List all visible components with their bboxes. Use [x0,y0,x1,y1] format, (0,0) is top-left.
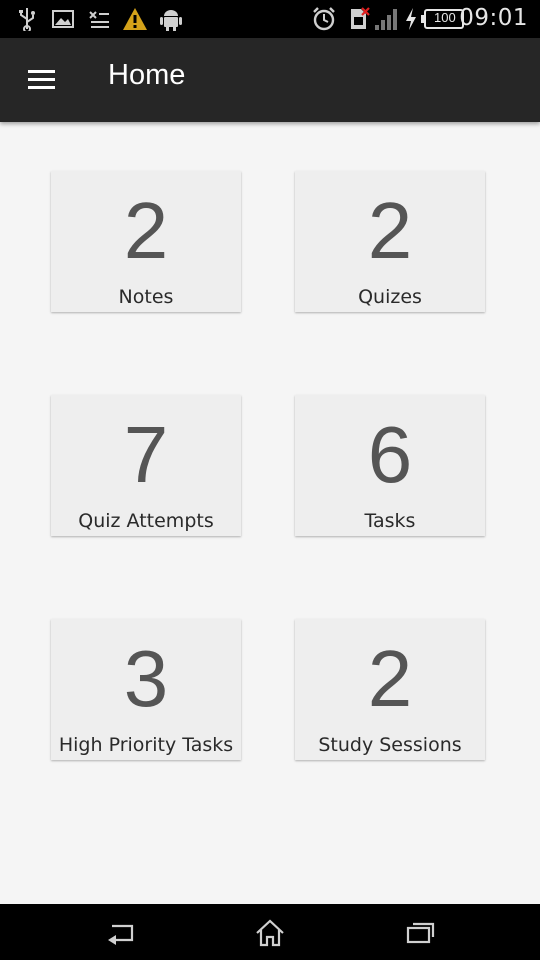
card-count: 7 [123,410,169,499]
status-bar: 100 09:01 [0,0,540,38]
card-high-priority-tasks[interactable]: 3 High Priority Tasks [51,619,241,760]
card-label: Quiz Attempts [78,510,214,532]
card-notes[interactable]: 2 Notes [51,171,241,312]
hamburger-menu-icon[interactable] [20,60,64,100]
card-count: 2 [367,634,413,723]
charging-icon [403,7,419,31]
image-icon [51,7,75,31]
card-count: 2 [367,186,413,275]
card-count: 2 [123,186,169,275]
usb-icon [16,7,38,31]
no-sim-icon [348,7,370,31]
card-label: Quizes [358,286,422,308]
battery-level: 100 [434,10,456,25]
card-count: 3 [123,634,169,723]
recent-apps-icon[interactable] [390,916,450,950]
card-count: 6 [367,410,413,499]
home-icon[interactable] [240,916,300,950]
android-icon [159,7,183,31]
card-study-sessions[interactable]: 2 Study Sessions [295,619,485,760]
page-title: Home [108,59,186,91]
sim-disabled-icon [87,7,111,31]
clock: 09:01 [459,5,528,31]
card-label: Notes [118,286,174,308]
warning-icon [122,7,148,31]
card-tasks[interactable]: 6 Tasks [295,395,485,536]
app-toolbar: Home [0,38,540,122]
card-label: High Priority Tasks [58,734,234,756]
card-label: Tasks [364,510,416,532]
back-icon[interactable] [90,916,150,950]
signal-icon [373,7,401,31]
card-quiz-attempts[interactable]: 7 Quiz Attempts [51,395,241,536]
alarm-icon [311,7,337,31]
card-label: Study Sessions [318,734,462,756]
card-quizes[interactable]: 2 Quizes [295,171,485,312]
system-nav-bar [0,904,540,960]
